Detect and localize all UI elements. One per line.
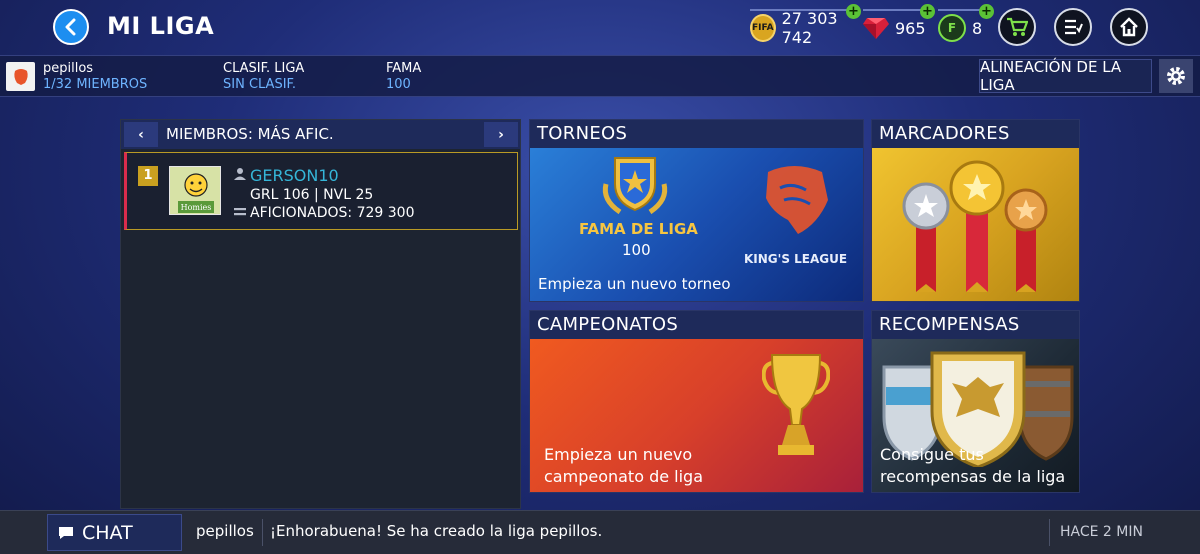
- championships-card-title: CAMPEONATOS: [530, 311, 863, 339]
- gem-icon: [863, 18, 889, 39]
- scoreboards-card[interactable]: MARCADORES: [871, 119, 1080, 302]
- members-panel-title: MIEMBROS: MÁS AFIC.: [166, 125, 334, 143]
- home-icon: [1120, 17, 1138, 37]
- league-fame-label: FAMA: [386, 61, 422, 76]
- menu-button[interactable]: [1054, 8, 1092, 46]
- trophy-icon: [762, 354, 830, 455]
- chat-button-label: CHAT: [82, 521, 133, 544]
- scoreboards-card-title: MARCADORES: [872, 120, 1079, 148]
- member-name: GERSON10: [250, 166, 339, 185]
- fame-shield-icon: [602, 157, 668, 215]
- add-coins-button[interactable]: +: [846, 4, 861, 19]
- add-gems-button[interactable]: +: [920, 4, 935, 19]
- back-button[interactable]: [53, 9, 89, 45]
- rewards-card-body: Consigue tus recompensas de la liga: [872, 339, 1079, 492]
- scoreboards-card-body: [872, 148, 1079, 301]
- coins-balance[interactable]: FIFA 27 303 742 +: [750, 4, 861, 47]
- rewards-card-title: RECOMPENSAS: [872, 311, 1079, 339]
- add-fifa-points-button[interactable]: +: [979, 4, 994, 19]
- rewards-cta-line2: recompensas de la liga: [880, 467, 1066, 486]
- tournaments-card-title: TORNEOS: [530, 120, 863, 148]
- fifa-points-value: 8: [972, 18, 983, 38]
- rewards-cta-line1: Consigue tus: [880, 445, 984, 464]
- chat-bar: CHAT pepillos ¡Enhorabuena! Se ha creado…: [0, 510, 1200, 554]
- championships-cta-line1: Empieza un nuevo: [544, 445, 693, 464]
- league-fame-value: 100: [386, 77, 411, 92]
- lion-icon: [13, 68, 28, 85]
- league-members-count: 1/32 MIEMBROS: [43, 77, 148, 92]
- home-button[interactable]: [1110, 8, 1148, 46]
- chat-last-time: HACE 2 MIN: [1060, 524, 1143, 540]
- league-fame-block: FAMA 100: [386, 61, 421, 93]
- medals-icon: [902, 160, 1048, 292]
- rewards-card[interactable]: RECOMPENSAS Consigue tus recompensas de …: [871, 310, 1080, 493]
- league-name-block: pepillos 1/32 MIEMBROS: [43, 61, 147, 93]
- fifa-points-balance[interactable]: F 8 +: [938, 4, 994, 45]
- store-button[interactable]: [998, 8, 1036, 46]
- coin-icon: FIFA: [750, 14, 776, 42]
- member-fans: AFICIONADOS: 729 300: [250, 205, 415, 221]
- league-lineup-button[interactable]: ALINEACIÓN DE LA LIGA: [979, 58, 1152, 94]
- chat-time-divider: [1049, 519, 1050, 546]
- league-rank-value: SIN CLASIF.: [223, 77, 297, 92]
- top-bar: MI LIGA FIFA 27 303 742 + 965 + F 8 +: [0, 0, 1200, 54]
- page-title: MI LIGA: [107, 12, 215, 40]
- tournaments-card-body: FAMA DE LIGA 100 KING'S LEAGUE Empieza u…: [530, 148, 863, 301]
- members-prev-button[interactable]: ‹: [124, 122, 158, 147]
- equal-icon: [234, 208, 246, 216]
- gems-balance[interactable]: 965 +: [863, 4, 935, 45]
- tournaments-cta: Empieza un nuevo torneo: [538, 275, 731, 293]
- homies-avatar-icon: Homies: [170, 167, 220, 214]
- members-next-button[interactable]: ›: [484, 122, 518, 147]
- member-avatar: Homies: [169, 166, 221, 215]
- league-fame-title: FAMA DE LIGA: [579, 220, 698, 238]
- league-info-bar: pepillos 1/32 MIEMBROS CLASIF. LIGA SIN …: [0, 55, 1200, 97]
- championships-card[interactable]: CAMPEONATOS Empieza un nuevo campeonato …: [529, 310, 864, 493]
- championships-card-body: Empieza un nuevo campeonato de liga: [530, 339, 863, 492]
- cart-icon: [1007, 17, 1028, 36]
- chat-divider: [262, 519, 263, 546]
- coins-value: 27 303 742: [781, 9, 838, 47]
- member-rank-badge: 1: [138, 166, 158, 186]
- list-check-icon: [1065, 19, 1083, 35]
- kings-league-logo-icon: [766, 166, 828, 234]
- chat-bubble-icon: [59, 526, 73, 539]
- user-icon: [234, 168, 246, 180]
- fifa-points-icon: F: [938, 14, 966, 42]
- league-rank-label: CLASIF. LIGA: [223, 61, 305, 76]
- avatar-text: Homies: [181, 203, 212, 212]
- gems-value: 965: [895, 18, 926, 38]
- league-name: pepillos: [43, 61, 94, 76]
- chat-last-user: pepillos: [196, 522, 254, 540]
- league-fame-number: 100: [622, 241, 651, 259]
- gear-icon: [1167, 67, 1185, 85]
- chat-button[interactable]: CHAT: [47, 514, 182, 551]
- kings-league-label: KING'S LEAGUE: [744, 252, 848, 266]
- members-panel: ‹ MIEMBROS: MÁS AFIC. › 1 Homies GERSON1…: [120, 119, 521, 509]
- chevron-left-icon: [65, 18, 76, 36]
- chat-last-message: ¡Enhorabuena! Se ha creado la liga pepil…: [270, 522, 603, 540]
- settings-button[interactable]: [1159, 59, 1193, 93]
- member-row[interactable]: 1 Homies GERSON10 GRL 106 | NVL 25 AFICI…: [124, 152, 518, 230]
- members-panel-header: ‹ MIEMBROS: MÁS AFIC. ›: [121, 120, 520, 149]
- tournaments-card[interactable]: TORNEOS FAMA DE LIGA 100 KING'S LEAGUE E…: [529, 119, 864, 302]
- league-logo: [6, 62, 35, 91]
- championships-cta-line2: campeonato de liga: [544, 467, 704, 486]
- member-stats: GRL 106 | NVL 25: [250, 187, 374, 203]
- league-rank-block: CLASIF. LIGA SIN CLASIF.: [223, 61, 304, 93]
